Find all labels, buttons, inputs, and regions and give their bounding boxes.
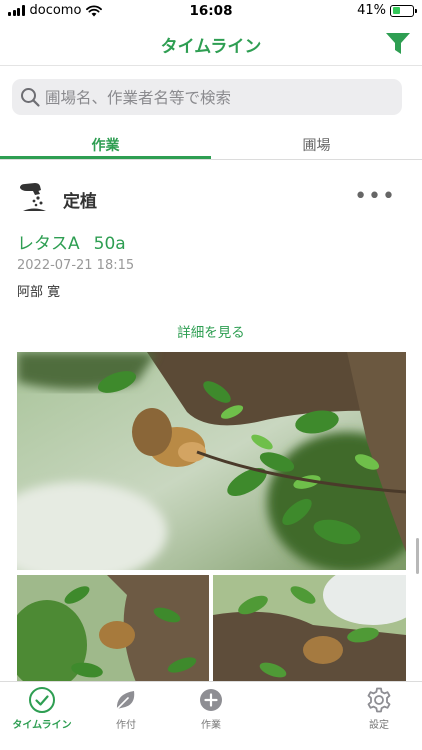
gear-icon [367, 687, 391, 713]
page-title: タイムライン [160, 37, 262, 57]
crop-line: レタスA 50a [17, 229, 126, 254]
tab-bar-item-timeline[interactable]: タイムライン [12, 686, 72, 731]
tab-bar-label: 作付 [116, 720, 136, 731]
scroll-indicator[interactable] [416, 538, 419, 574]
battery-icon [390, 4, 417, 17]
planting-icon [20, 183, 46, 211]
tab-bar-item-crop[interactable]: 作付 [96, 686, 156, 731]
task-title: 定植 [63, 192, 97, 212]
photo-thumbnail[interactable] [213, 575, 406, 685]
photo-thumbnail[interactable] [17, 575, 209, 685]
tab-bar-label: 作業 [201, 720, 221, 731]
check-circle-icon [29, 687, 55, 713]
tab-bar-label: タイムライン [12, 720, 72, 731]
tab-bar-label: 設定 [369, 720, 389, 731]
search-icon [21, 88, 40, 107]
status-right: 41% [357, 3, 417, 18]
plus-circle-icon [200, 689, 222, 711]
crop-name: レタスA [17, 234, 80, 254]
tab-field[interactable]: 圃場 [211, 126, 422, 161]
navigation-bar: タイムライン [0, 22, 422, 66]
tab-bar-item-work[interactable]: 作業 [181, 686, 241, 731]
photo-main[interactable] [17, 352, 406, 570]
tab-divider [0, 159, 422, 160]
task-date: 2022-07-21 18:15 [17, 258, 135, 273]
leaf-icon [116, 691, 135, 710]
more-button[interactable]: ••• [354, 184, 396, 209]
battery-percent: 41% [357, 3, 386, 18]
search-placeholder: 圃場名、作業者名等で検索 [45, 89, 232, 107]
bottom-tab-bar: タイムライン 作付 作業 設定 [0, 681, 422, 750]
status-bar: docomo 16:08 41% [0, 0, 422, 22]
task-worker: 阿部 寛 [17, 285, 61, 300]
tab-bar-item-settings[interactable]: 設定 [349, 686, 409, 731]
crop-area: 50a [93, 234, 126, 254]
details-link[interactable]: 詳細を見る [0, 321, 422, 341]
search-input[interactable]: 圃場名、作業者名等で検索 [12, 79, 402, 115]
filter-icon[interactable] [385, 32, 411, 56]
battery-level [392, 7, 401, 14]
